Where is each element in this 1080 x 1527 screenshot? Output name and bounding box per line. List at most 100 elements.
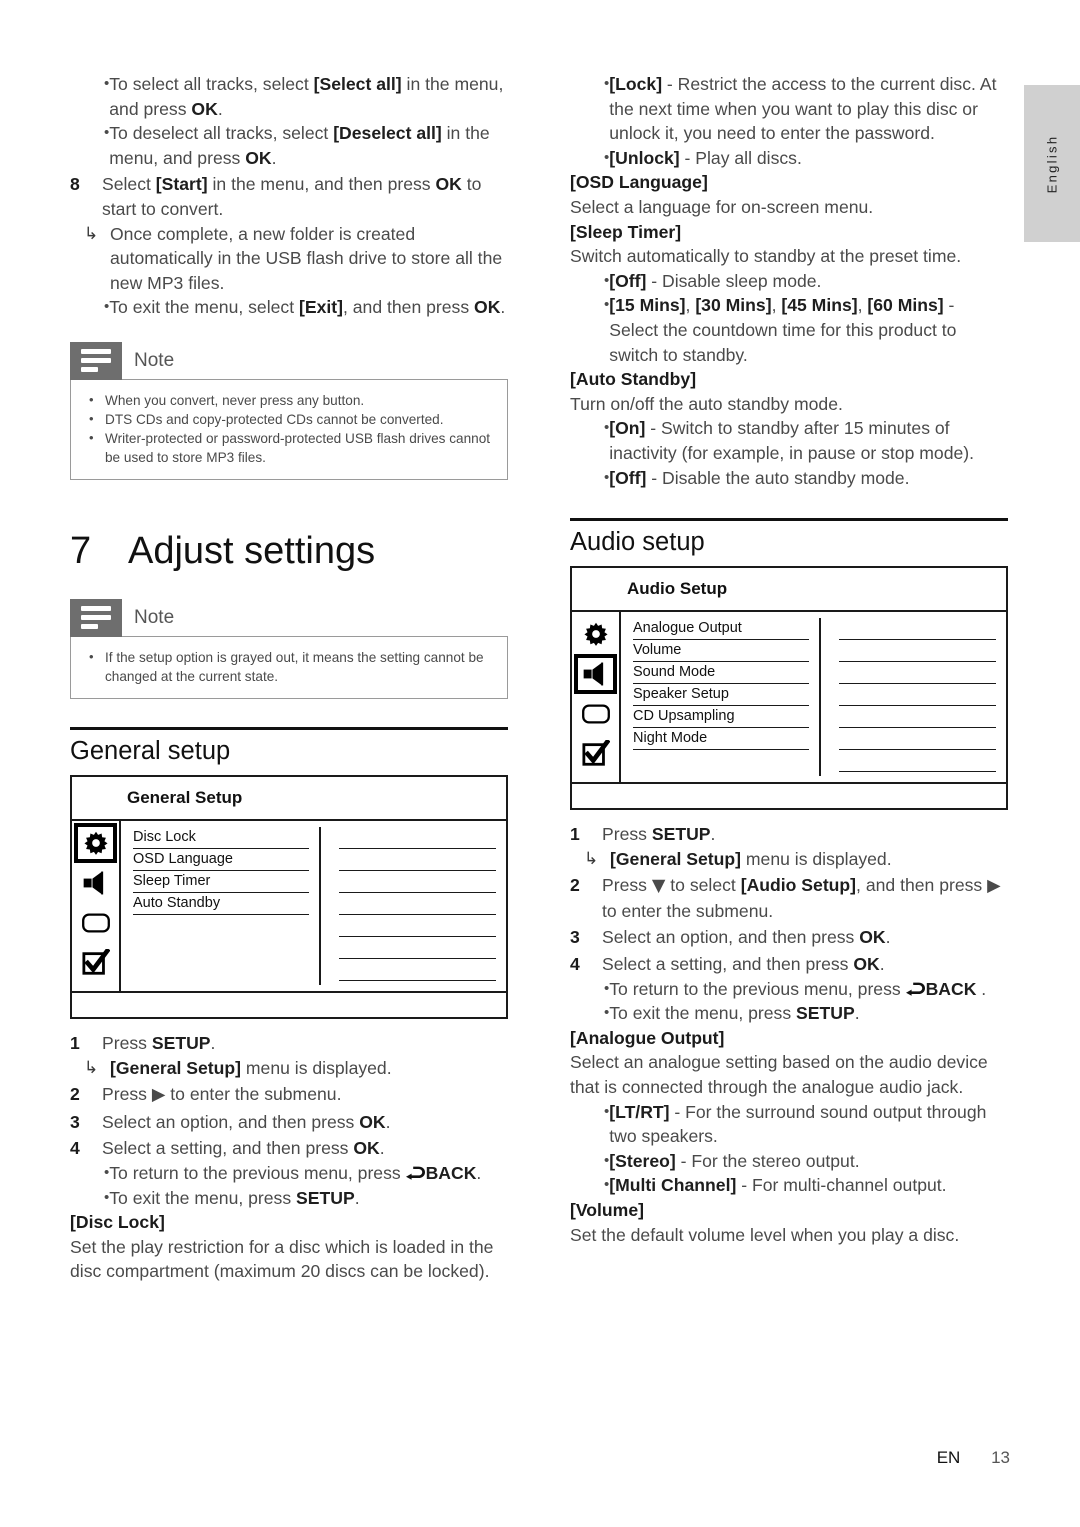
osd-menu-item[interactable]: CD Upsampling xyxy=(633,706,809,729)
osd-footer xyxy=(72,990,506,1017)
step-text: Press ▼ to select [Audio Setup], and the… xyxy=(602,875,1001,921)
audio-setup-heading: Audio setup xyxy=(570,528,705,557)
osd-value-row[interactable] xyxy=(839,640,996,663)
step-number: 2 xyxy=(70,1084,80,1105)
note-icon xyxy=(70,598,122,637)
bullet-text: [Unlock] - Play all discs. xyxy=(609,147,802,168)
step-result: ↳ [General Setup] menu is displayed. xyxy=(570,847,1008,872)
note-header: Note xyxy=(70,598,508,637)
osd-value-row[interactable] xyxy=(339,959,496,981)
analogue-output-heading: [Analogue Output] xyxy=(570,1027,725,1048)
osd-value-row[interactable] xyxy=(839,684,996,707)
note-list-item: DTS CDs and copy-protected CDs cannot be… xyxy=(85,409,493,429)
note-list: When you convert, never press any button… xyxy=(85,390,493,467)
step-number: 1 xyxy=(570,824,580,845)
step-result-text: [General Setup] menu is displayed. xyxy=(610,848,892,869)
language-tab-label: English xyxy=(1044,134,1060,193)
disc-lock-body: Set the play restriction for a disc whic… xyxy=(70,1236,494,1282)
osd-menu-item[interactable]: Volume xyxy=(633,640,809,663)
bullet-item: • [Multi Channel] - For multi-channel out… xyxy=(570,1173,1008,1198)
speaker-icon[interactable] xyxy=(574,654,617,695)
auto-standby-body: Turn on/off the auto standby mode. xyxy=(570,393,843,414)
auto-standby-options: • [On] - Switch to standby after 15 minut… xyxy=(570,416,1008,490)
step-number: 2 xyxy=(570,875,580,896)
bullet-dot: • xyxy=(604,1151,610,1169)
osd-value-row[interactable] xyxy=(839,706,996,729)
step-item: 2 Press ▶ to enter the submenu. xyxy=(70,1082,508,1108)
step-8-number: 8 xyxy=(70,174,80,195)
bullet-item: • [15 Mins], [30 Mins], [45 Mins], [60 Mi… xyxy=(570,293,1008,367)
disc-lock-options: • [Lock] - Restrict the access to the cur… xyxy=(570,72,1008,170)
arrow-glyph-icon: ▶ xyxy=(987,876,1001,897)
osd-value-row[interactable] xyxy=(339,893,496,915)
osd-menu-item[interactable]: Disc Lock xyxy=(133,827,309,849)
auto-standby-heading: [Auto Standby] xyxy=(570,369,697,390)
video-screen-icon[interactable] xyxy=(574,694,617,734)
chapter-number: 7 xyxy=(70,529,92,572)
osd-value-row[interactable] xyxy=(339,871,496,893)
bullet-dot: • xyxy=(604,468,610,486)
osd-menu-item[interactable]: Analogue Output xyxy=(633,618,809,641)
note-list-item: When you convert, never press any button… xyxy=(85,390,493,410)
gear-icon[interactable] xyxy=(574,614,617,654)
checkbox-icon[interactable] xyxy=(574,734,617,774)
osd-value-row[interactable] xyxy=(339,849,496,871)
step-item: 1 Press SETUP. xyxy=(570,822,1008,847)
osd-value-row[interactable] xyxy=(839,662,996,685)
step-number: 4 xyxy=(570,954,580,975)
audio-setup-steps: 1 Press SETUP. ↳ [General Setup] menu is di… xyxy=(570,822,1008,977)
bullet-item: • To return to the previous menu, press B… xyxy=(70,1161,508,1186)
gear-icon[interactable] xyxy=(74,822,117,863)
osd-menu-item[interactable]: OSD Language xyxy=(133,849,309,871)
step-item: 4 Select a setting, and then press OK. xyxy=(70,1136,508,1161)
bullet-dot: • xyxy=(104,1163,110,1181)
bullet-dot: • xyxy=(604,75,610,92)
back-label: BACK xyxy=(925,978,977,999)
osd-value-row[interactable] xyxy=(839,728,996,751)
osd-menu-item[interactable]: Night Mode xyxy=(633,728,809,751)
osd-menu-item[interactable]: Speaker Setup xyxy=(633,684,809,707)
bullet-dot: • xyxy=(104,75,110,92)
bullet-item: • [Off] - Disable the auto standby mode. xyxy=(570,466,1008,491)
osd-menu-item[interactable]: Sleep Timer xyxy=(133,871,309,893)
audio-setup-section: Audio setup Audio Setup Analogue Output V… xyxy=(570,518,1008,1247)
bullet-text: To exit the menu, press SETUP. xyxy=(609,1003,860,1024)
step-number: 1 xyxy=(70,1032,80,1053)
back-arrow-icon xyxy=(905,982,925,996)
bullet-dot: • xyxy=(604,1102,610,1120)
bullet-text: To return to the previous menu, press BA… xyxy=(609,978,987,999)
audio-setup-sub-bullets: • To return to the previous menu, press B… xyxy=(570,977,1008,1026)
osd-title-row: Audio Setup xyxy=(572,568,1006,613)
bullet-text: [LT/RT] - For the surround sound output … xyxy=(609,1101,987,1147)
osd-value-row[interactable] xyxy=(339,937,496,959)
osd-value-row[interactable] xyxy=(339,915,496,937)
osd-value-row[interactable] xyxy=(839,618,996,641)
sleep-timer-options: • [Off] - Disable sleep mode. • [15 Mins], … xyxy=(570,269,1008,367)
footer-language-code: EN xyxy=(936,1448,961,1467)
osd-menu-item[interactable]: Sound Mode xyxy=(633,662,809,685)
bullet-dot: • xyxy=(604,1176,610,1194)
speaker-icon[interactable] xyxy=(74,863,117,903)
top-bullet-list: • To select all tracks, select [Select al… xyxy=(70,72,508,170)
osd-language-heading: [OSD Language] xyxy=(570,172,708,193)
video-screen-icon[interactable] xyxy=(74,903,117,943)
osd-menu-item[interactable]: Auto Standby xyxy=(133,893,309,915)
bullet-dot: • xyxy=(604,979,610,997)
bullet-item: • To exit the menu, press SETUP. xyxy=(570,1001,1008,1026)
result-arrow-icon: ↳ xyxy=(584,848,599,868)
step-8-text: Select [Start] in the menu, and then pre… xyxy=(102,174,482,219)
step-item: 4 Select a setting, and then press OK. xyxy=(570,952,1008,977)
chapter-heading: 7 Adjust settings xyxy=(70,530,508,573)
result-arrow-icon: ↳ xyxy=(84,223,99,243)
chapter-title: Adjust settings xyxy=(128,529,376,572)
bullet-text: [Multi Channel] - For multi-channel outp… xyxy=(609,1175,947,1196)
bullet-text: To deselect all tracks, select [Deselect… xyxy=(109,123,490,168)
osd-icon-column xyxy=(72,820,121,991)
audio-setup-osd-diagram: Audio Setup Analogue Output Volume Sound M… xyxy=(570,566,1008,811)
analogue-output-options: • [LT/RT] - For the surround sound output… xyxy=(570,1100,1008,1198)
osd-value-row[interactable] xyxy=(839,750,996,773)
bullet-text: [Stereo] - For the stereo output. xyxy=(609,1150,860,1171)
bullet-item: • To return to the previous menu, press B… xyxy=(570,977,1008,1002)
osd-value-row[interactable] xyxy=(339,827,496,849)
checkbox-icon[interactable] xyxy=(74,943,117,983)
